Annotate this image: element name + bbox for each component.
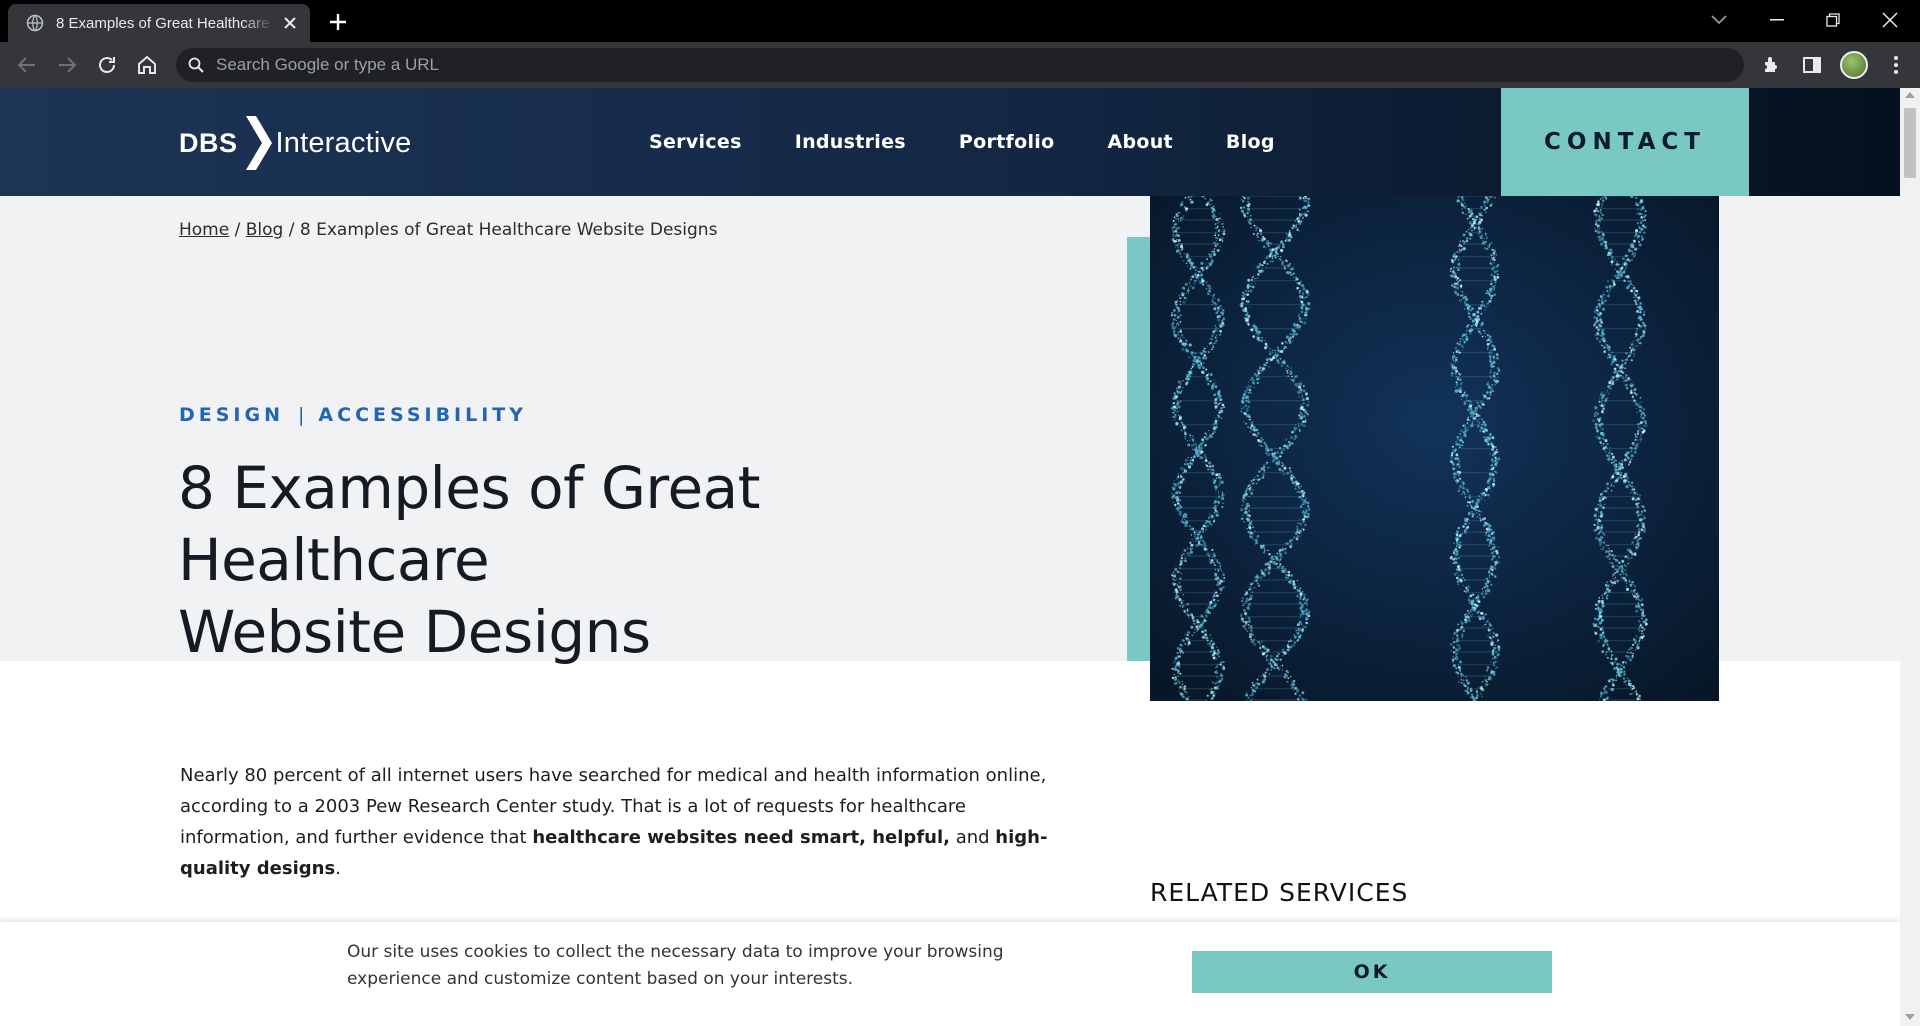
restore-icon bbox=[1826, 13, 1840, 27]
category-tags: DESIGN | ACCESSIBILITY bbox=[179, 404, 527, 426]
intro-text: and bbox=[949, 827, 996, 848]
cookie-banner: Our site uses cookies to collect the nec… bbox=[0, 922, 1900, 1026]
breadcrumb-blog[interactable]: Blog bbox=[246, 220, 284, 240]
tab-title: 8 Examples of Great Healthcare Website D… bbox=[56, 14, 274, 32]
restore-button[interactable] bbox=[1808, 0, 1858, 40]
logo-chevron-icon bbox=[245, 116, 272, 170]
breadcrumb-home[interactable]: Home bbox=[179, 220, 229, 240]
nav-portfolio[interactable]: Portfolio bbox=[959, 131, 1055, 153]
chevron-down-icon bbox=[1711, 15, 1727, 25]
intro-text: . bbox=[335, 858, 341, 879]
address-input[interactable] bbox=[216, 55, 1616, 75]
home-icon[interactable] bbox=[135, 53, 159, 77]
page-scrollbar[interactable] bbox=[1900, 88, 1920, 1026]
browser-tab[interactable]: 8 Examples of Great Healthcare Website D… bbox=[8, 4, 310, 42]
minimize-icon bbox=[1770, 19, 1784, 21]
logo-bold: DBS bbox=[179, 127, 238, 158]
menu-icon[interactable] bbox=[1884, 53, 1908, 77]
breadcrumb-separator: / bbox=[288, 220, 295, 240]
main-nav: Services Industries Portfolio About Blog bbox=[649, 88, 1328, 196]
category-accessibility[interactable]: ACCESSIBILITY bbox=[318, 404, 527, 426]
tab-search-button[interactable] bbox=[1694, 0, 1744, 40]
search-icon bbox=[188, 57, 204, 73]
scrollbar-thumb[interactable] bbox=[1904, 108, 1916, 178]
extensions-icon[interactable] bbox=[1760, 53, 1784, 77]
nav-blog[interactable]: Blog bbox=[1226, 131, 1275, 153]
title-line-2: Website Designs bbox=[178, 598, 651, 666]
back-icon[interactable] bbox=[15, 53, 39, 77]
forward-icon[interactable] bbox=[55, 53, 79, 77]
nav-industries[interactable]: Industries bbox=[795, 131, 906, 153]
article-intro: Nearly 80 percent of all internet users … bbox=[180, 760, 1060, 884]
intro-emphasis: healthcare websites need smart, helpful, bbox=[532, 827, 950, 848]
site-logo[interactable]: DBS Interactive bbox=[179, 116, 412, 170]
browser-toolbar bbox=[0, 42, 1920, 88]
teal-accent-bar bbox=[1127, 237, 1151, 661]
profile-avatar[interactable] bbox=[1840, 51, 1868, 79]
globe-icon bbox=[26, 14, 44, 32]
new-tab-icon[interactable] bbox=[324, 10, 352, 34]
title-line-1: 8 Examples of Great Healthcare bbox=[178, 454, 760, 594]
related-services-heading: RELATED SERVICES bbox=[1150, 878, 1409, 907]
nav-about[interactable]: About bbox=[1107, 131, 1172, 153]
address-bar[interactable] bbox=[176, 48, 1744, 82]
scroll-down-icon[interactable] bbox=[1905, 1014, 1915, 1020]
breadcrumb: Home / Blog / 8 Examples of Great Health… bbox=[179, 220, 717, 240]
page-title: 8 Examples of Great Healthcare Website D… bbox=[178, 452, 1078, 668]
side-panel-icon[interactable] bbox=[1800, 53, 1824, 77]
cookie-ok-button[interactable]: OK bbox=[1192, 951, 1552, 993]
scroll-up-icon[interactable] bbox=[1905, 92, 1915, 98]
breadcrumb-current: 8 Examples of Great Healthcare Website D… bbox=[299, 220, 718, 240]
category-design[interactable]: DESIGN bbox=[179, 404, 284, 426]
nav-services[interactable]: Services bbox=[649, 131, 742, 153]
breadcrumb-separator: / bbox=[234, 220, 241, 240]
web-page: DBS Interactive Services Industries Port… bbox=[0, 88, 1900, 1026]
cookie-message: Our site uses cookies to collect the nec… bbox=[347, 942, 1004, 989]
reload-icon[interactable] bbox=[95, 53, 119, 77]
category-separator: | bbox=[298, 404, 305, 426]
close-window-button[interactable] bbox=[1865, 0, 1915, 40]
dna-hero-image bbox=[1150, 196, 1719, 701]
contact-button[interactable]: CONTACT bbox=[1501, 88, 1749, 196]
browser-titlebar: 8 Examples of Great Healthcare Website D… bbox=[0, 0, 1920, 42]
dna-helix-graphic bbox=[1150, 196, 1719, 701]
minimize-button[interactable] bbox=[1752, 0, 1802, 40]
site-header: DBS Interactive Services Industries Port… bbox=[0, 88, 1900, 196]
close-icon bbox=[1882, 12, 1898, 28]
logo-text: Interactive bbox=[275, 126, 412, 159]
close-tab-icon[interactable] bbox=[280, 13, 300, 33]
